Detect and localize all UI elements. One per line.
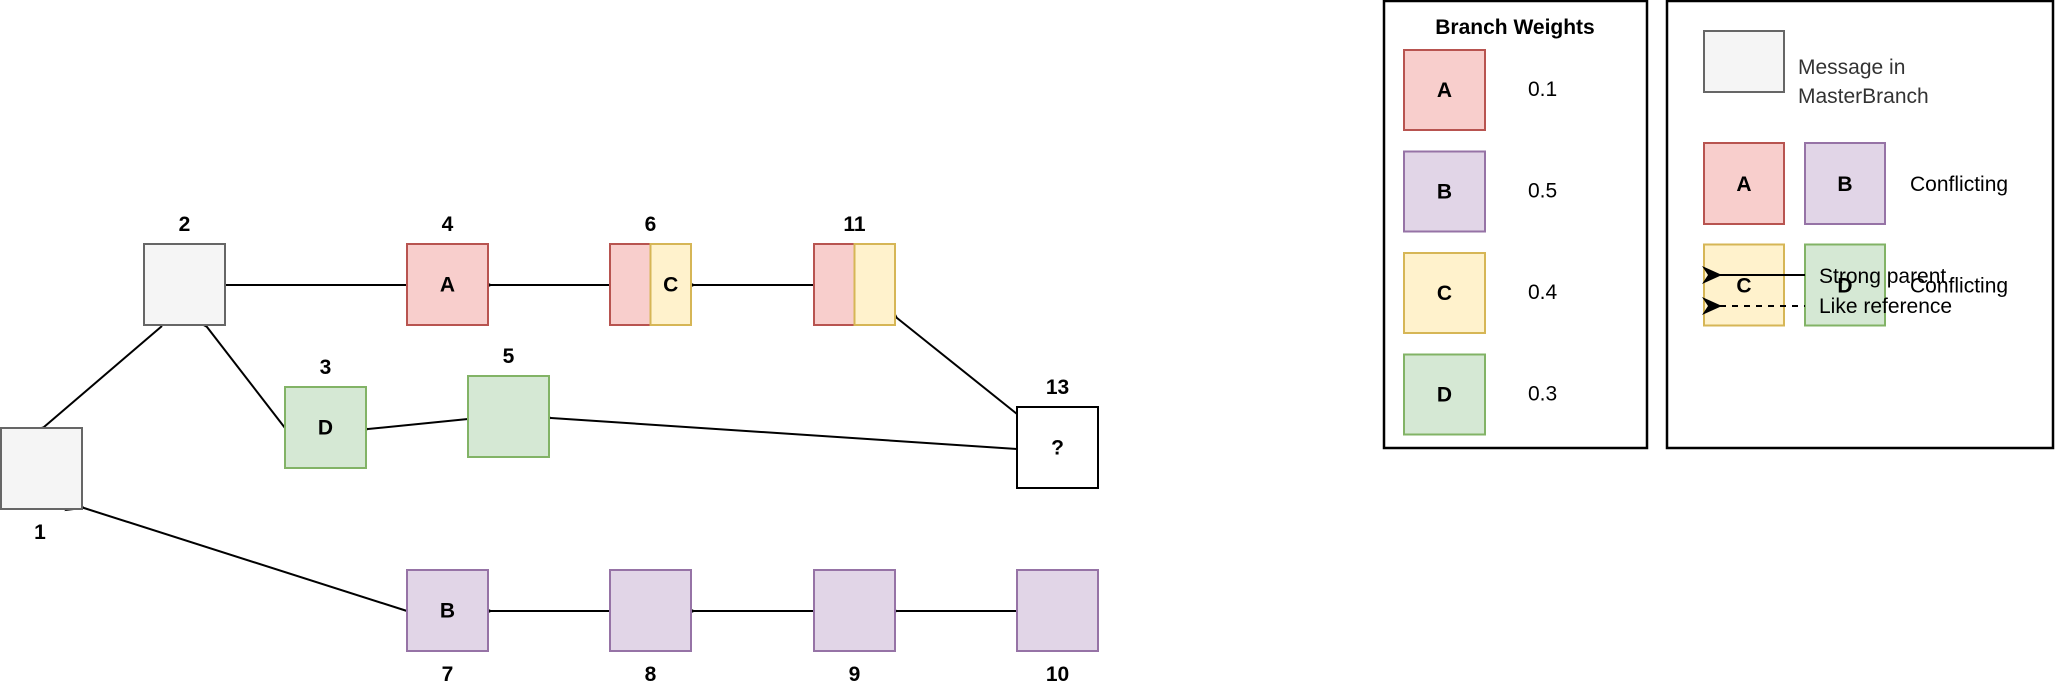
node-8-label: 8 — [645, 663, 657, 684]
conflict-swatch-label: A — [1736, 173, 1751, 196]
node-8-segment-B — [609, 569, 692, 652]
message-node-13[interactable]: ? 13 — [1016, 376, 1099, 489]
conflict-swatch-label: B — [1837, 173, 1852, 196]
node-4-text: A — [440, 274, 455, 297]
node-7-text: B — [440, 600, 455, 623]
message-node-2[interactable]: 2 — [143, 213, 226, 326]
message-node-4[interactable]: A4 — [406, 213, 489, 326]
edge-3-to-2 — [188, 307, 286, 429]
node-11-segment-C — [853, 243, 896, 326]
strong-parent-label: Strong parent — [1819, 265, 1946, 288]
message-node-10[interactable]: 10 — [1016, 569, 1099, 684]
branch-weight-value: 0.1 — [1528, 78, 1557, 101]
branch-weight-value: 0.3 — [1528, 383, 1557, 406]
edge-13-to-5 — [532, 407, 1018, 450]
branch-weights-legend: Branch Weights A 0.1 B 0.5 C 0.4 D 0.3 — [1382, 0, 1649, 450]
node-1-segment-master — [0, 427, 83, 510]
node-11-segment-A — [813, 243, 856, 326]
message-node-1[interactable]: 1 — [0, 427, 83, 544]
master-branch-label-line2: MasterBranch — [1798, 85, 1929, 108]
node-9-segment-B — [813, 569, 896, 652]
node-2-label: 2 — [179, 213, 191, 236]
branch-weight-value: 0.4 — [1528, 281, 1558, 304]
node-13-label: 13 — [1046, 376, 1069, 399]
node-3-label: 3 — [320, 356, 332, 379]
node-6-text: C — [663, 274, 678, 297]
nodes: 12D3A45C6B7 8 9 1011?13 — [0, 213, 1099, 684]
branch-swatch-label: D — [1437, 384, 1452, 407]
node-10-label: 10 — [1046, 663, 1069, 684]
edge-13-to-11 — [877, 299, 1018, 415]
node-1-label: 1 — [34, 521, 46, 544]
node-5-segment-D — [467, 375, 550, 458]
message-node-6[interactable]: C6 — [609, 213, 692, 326]
branch-swatch-label: C — [1437, 282, 1452, 305]
edge-2-to-1 — [24, 325, 163, 446]
edge-5-to-3 — [349, 418, 469, 440]
conflicting-label: Conflicting — [1910, 173, 2008, 196]
like-reference-label: Like reference — [1819, 295, 1952, 318]
dag-diagram: 12D3A45C6B7 8 9 1011?13 Branch Weights A 0.1… — [0, 0, 2055, 684]
conflict-swatch-label: C — [1736, 275, 1751, 298]
branch-weight-value: 0.5 — [1528, 180, 1557, 203]
node-7-label: 7 — [442, 663, 454, 684]
edge-7-to-1 — [64, 493, 408, 612]
master-branch-label-line1: Message in — [1798, 56, 1905, 79]
node-10-segment-B — [1016, 569, 1099, 652]
message-node-7[interactable]: B7 — [406, 569, 489, 684]
node-6-segment-A — [609, 243, 652, 326]
message-node-8[interactable]: 8 — [609, 569, 692, 684]
key-legend: Message in MasterBranch A B ConflictingC D C… — [1665, 0, 2055, 450]
message-node-9[interactable]: 9 — [813, 569, 896, 684]
node-6-label: 6 — [645, 213, 657, 236]
node-4-label: 4 — [442, 213, 454, 236]
node-11-label: 11 — [843, 213, 866, 236]
message-node-3[interactable]: D3 — [284, 356, 367, 469]
branch-swatch-label: B — [1437, 181, 1452, 204]
message-node-11[interactable]: 11 — [813, 213, 896, 326]
message-node-5[interactable]: 5 — [467, 345, 550, 458]
node-5-label: 5 — [503, 345, 515, 368]
branch-weights-title: Branch Weights — [1435, 16, 1594, 39]
node-13-text: ? — [1051, 437, 1064, 460]
master-branch-swatch — [1703, 30, 1785, 93]
node-9-label: 9 — [849, 663, 861, 684]
node-3-text: D — [318, 417, 333, 440]
branch-swatch-label: A — [1437, 79, 1452, 102]
node-2-segment-master — [143, 243, 226, 326]
